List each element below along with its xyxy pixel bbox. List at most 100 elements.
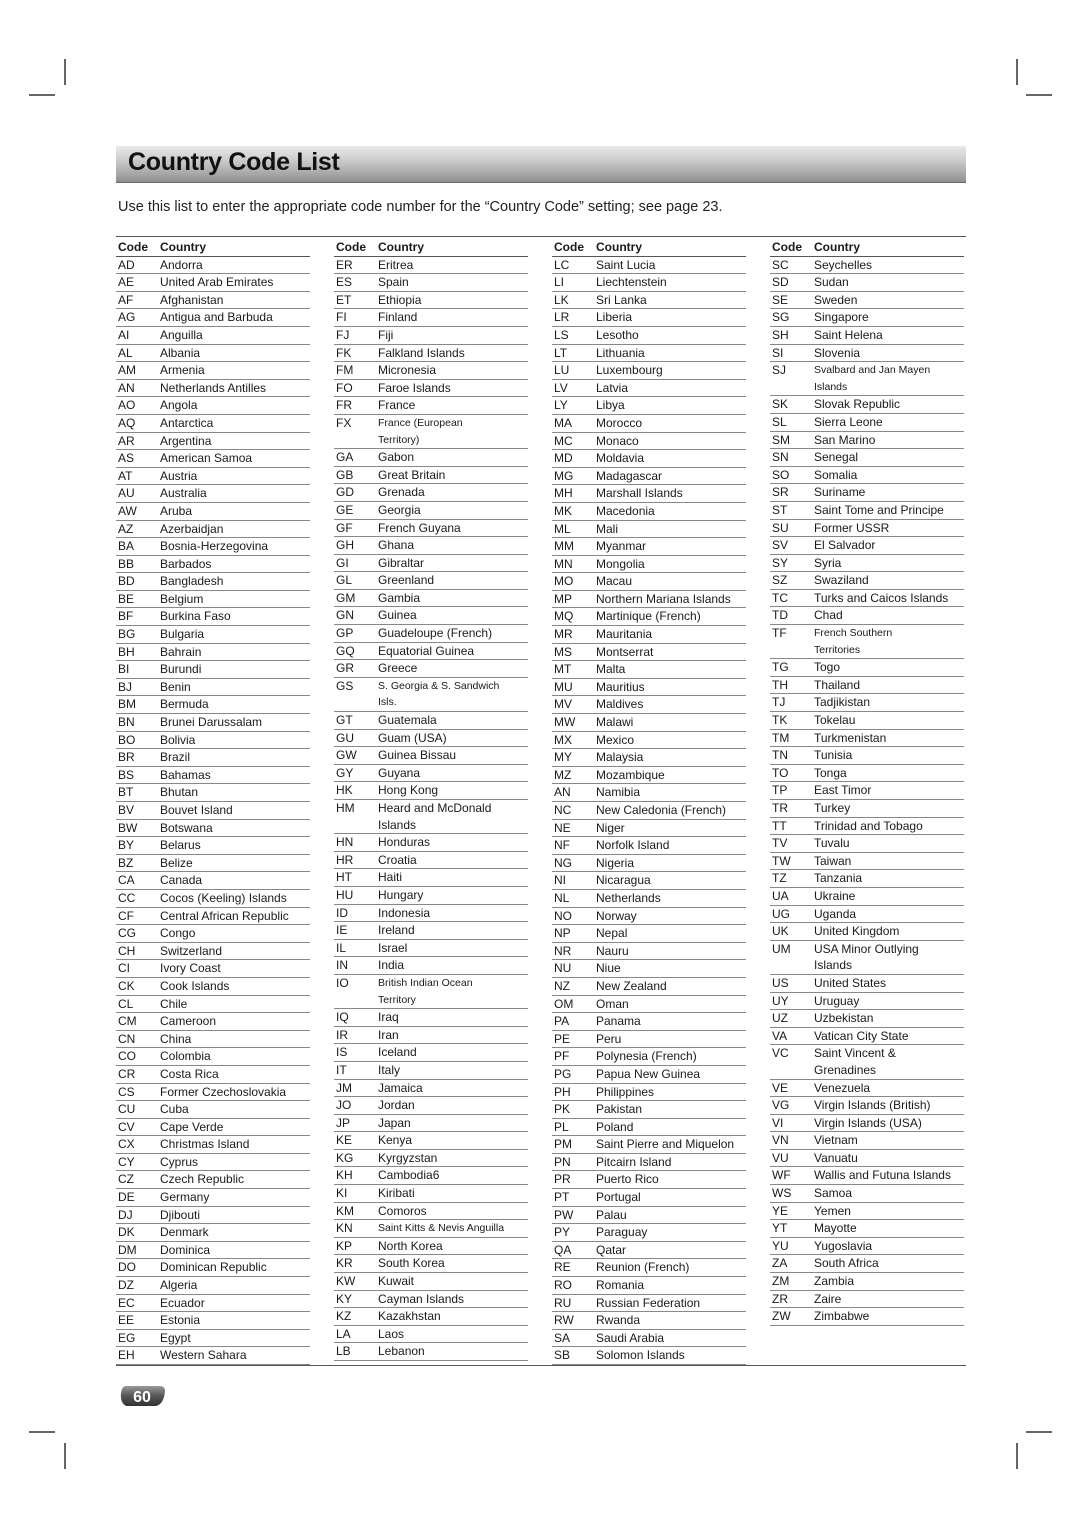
country-name: Cuba <box>160 1102 189 1117</box>
country-code: BV <box>118 803 135 817</box>
country-name: Qatar <box>596 1242 627 1257</box>
country-name: Algeria <box>160 1278 198 1293</box>
country-code: EE <box>118 1313 135 1328</box>
country-code: WF <box>772 1168 791 1183</box>
country-name: Niue <box>596 961 621 976</box>
country-code: SY <box>772 555 789 570</box>
country-name: France (European Territory) <box>378 416 463 446</box>
table-row: FI Finland <box>334 309 528 327</box>
country-name: Myanmar <box>596 539 647 554</box>
country-name: Zaire <box>814 1291 842 1306</box>
country-name: Mauritania <box>596 627 653 642</box>
table-row: EG Egypt <box>116 1330 310 1348</box>
table-row: LK Sri Lanka <box>552 292 746 310</box>
country-name: Zambia <box>814 1274 855 1289</box>
table-row: BH Bahrain <box>116 644 310 662</box>
country-name: Luxembourg <box>596 363 663 378</box>
country-code: SG <box>772 310 790 325</box>
country-name: Antarctica <box>160 415 214 430</box>
country-code: KY <box>336 1291 353 1306</box>
table-row: QA Qatar <box>552 1242 746 1260</box>
country-code: SD <box>772 275 789 290</box>
country-name: Botswana <box>160 820 213 835</box>
table-row: IQ Iraq <box>334 1009 528 1027</box>
table-column: Code Country ER Eritrea ES Spain ET Ethiopia FI F… <box>334 239 528 1361</box>
country-name: Malta <box>596 662 626 677</box>
table-row: TC Turks and Caicos Islands <box>770 590 964 608</box>
country-name: Cameroon <box>160 1014 217 1029</box>
country-name: American Samoa <box>160 451 253 466</box>
country-code: IE <box>336 923 348 938</box>
country-name: Nauru <box>596 943 629 958</box>
country-code: FR <box>336 398 352 413</box>
country-code: VI <box>772 1115 784 1130</box>
country-code: TR <box>772 801 788 815</box>
country-name: Austria <box>160 468 198 483</box>
country-code: CL <box>118 996 134 1011</box>
country-name: Morocco <box>596 415 643 430</box>
country-code: TT <box>772 818 787 833</box>
country-code: SJ <box>772 363 787 378</box>
country-code: DE <box>118 1190 135 1205</box>
table-row: SG Singapore <box>770 309 964 327</box>
table-row: SH Saint Helena <box>770 327 964 345</box>
table-row: DZ Algeria <box>116 1277 310 1295</box>
table-row: YE Yemen <box>770 1203 964 1221</box>
table-row: SR Suriname <box>770 484 964 502</box>
country-code: GB <box>336 467 354 482</box>
crop-mark <box>1016 1443 1018 1469</box>
table-row: SJ Svalbard and Jan Mayen Islands <box>770 362 964 397</box>
table-row: AW Aruba <box>116 503 310 521</box>
country-code: CH <box>118 943 136 958</box>
table-row: FJ Fiji <box>334 327 528 345</box>
country-name: Togo <box>814 660 841 675</box>
country-name: Senegal <box>814 450 859 465</box>
country-name: Saint Kitts & Nevis Anguilla <box>378 1222 505 1235</box>
crop-mark <box>29 94 55 96</box>
country-code: LC <box>554 257 570 272</box>
country-name: Northern Mariana Islands <box>596 591 731 606</box>
country-code: MS <box>554 644 572 659</box>
table-row: UM USA Minor Outlying Islands <box>770 941 964 975</box>
country-name: Kenya <box>378 1133 413 1148</box>
country-code: PL <box>554 1119 569 1134</box>
country-code: UK <box>772 924 789 939</box>
country-name: Chad <box>814 608 843 623</box>
country-code: LA <box>336 1326 351 1341</box>
country-code: YE <box>772 1203 789 1218</box>
country-code: BH <box>118 644 135 659</box>
country-name: Mauritius <box>596 679 645 694</box>
country-code: CS <box>118 1084 135 1099</box>
table-row: MT Malta <box>552 661 746 679</box>
table-row: GS S. Georgia & S. Sandwich Isls. <box>334 678 528 713</box>
country-name: Maldives <box>596 697 644 712</box>
country-code: NP <box>554 926 571 941</box>
country-code: AE <box>118 275 135 290</box>
country-code: SZ <box>772 573 788 588</box>
table-row: BO Bolivia <box>116 732 310 750</box>
country-name: El Salvador <box>814 538 876 553</box>
table-row: SN Senegal <box>770 449 964 467</box>
table-row: AR Argentina <box>116 433 310 451</box>
table-row: SC Seychelles <box>770 257 964 275</box>
table-row: RU Russian Federation <box>552 1295 746 1313</box>
country-name: Peru <box>596 1031 622 1046</box>
table-row: TF French Southern Territories <box>770 625 964 660</box>
table-row: DM Dominica <box>116 1242 310 1260</box>
country-code: GI <box>336 555 349 570</box>
country-name: Djibouti <box>160 1207 201 1222</box>
table-row: BA Bosnia-Herzegovina <box>116 538 310 556</box>
country-name: Netherlands <box>596 890 661 905</box>
country-code: KN <box>336 1221 353 1236</box>
country-name: Azerbaidjan <box>160 521 224 536</box>
country-name: Estonia <box>160 1313 201 1328</box>
table-row: NC New Caledonia (French) <box>552 802 746 820</box>
header-country: Country <box>160 240 206 254</box>
country-name: Australia <box>160 486 207 501</box>
country-name: Swaziland <box>814 573 869 588</box>
country-code: HU <box>336 887 354 902</box>
table-row: TP East Timor <box>770 782 964 800</box>
country-name: Comoros <box>378 1203 427 1218</box>
country-code: ID <box>336 905 348 920</box>
country-code: GD <box>336 485 354 500</box>
